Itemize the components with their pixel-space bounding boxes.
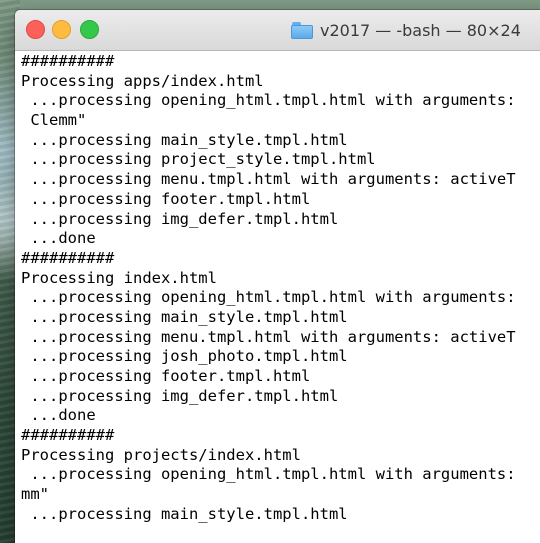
terminal-window[interactable]: v2017 — -bash — 80×24 ########## Process… (15, 10, 540, 543)
window-title: v2017 — -bash — 80×24 (291, 19, 521, 41)
terminal-line: ...processing footer.tmpl.html (21, 367, 311, 385)
terminal-line: ########## (21, 426, 115, 445)
terminal-line: ...done (21, 229, 96, 248)
window-title-text: v2017 — -bash — 80×24 (320, 20, 521, 40)
terminal-line: ...processing josh_photo.tmpl.html (21, 347, 348, 366)
terminal-line: Processing projects/index.html (21, 445, 301, 464)
terminal-line: Processing index.html (21, 268, 217, 287)
terminal-line: ...processing main_style.tmpl.html (21, 504, 348, 523)
terminal-line: ...processing opening_html.tmpl.html wit… (21, 91, 525, 110)
terminal-line: ...processing opening_html.tmpl.html wit… (21, 465, 525, 484)
terminal-line: Processing apps/index.html (21, 71, 264, 90)
close-button[interactable] (26, 20, 45, 39)
terminal-line: ...processing img_defer.tmpl.html (21, 386, 339, 405)
terminal-line: ...done (21, 406, 96, 425)
terminal-line: ...processing opening_html.tmpl.html wit… (21, 288, 525, 307)
zoom-button[interactable] (80, 20, 99, 39)
terminal-line: ########## (21, 52, 115, 70)
title-bar[interactable]: v2017 — -bash — 80×24 (15, 10, 540, 51)
terminal-line: Clemm" (21, 111, 87, 130)
terminal-line: ...processing menu.tmpl.html with argume… (21, 170, 516, 189)
terminal-line: ...processing main_style.tmpl.html (21, 307, 348, 326)
minimize-button[interactable] (52, 20, 71, 39)
terminal-line: ...processing menu.tmpl.html with argume… (21, 327, 516, 346)
terminal-line: ...processing footer.tmpl.html (21, 189, 311, 208)
terminal-line: ...processing img_defer.tmpl.html (21, 209, 339, 228)
terminal-line: mm" (21, 485, 49, 504)
terminal-line: ...processing main_style.tmpl.html (21, 130, 348, 149)
terminal-output[interactable]: ########## Processing apps/index.html ..… (21, 52, 525, 525)
terminal-line: ########## (21, 248, 115, 267)
terminal-line: ...processing project_style.tmpl.html (21, 150, 376, 169)
folder-icon (291, 21, 313, 39)
